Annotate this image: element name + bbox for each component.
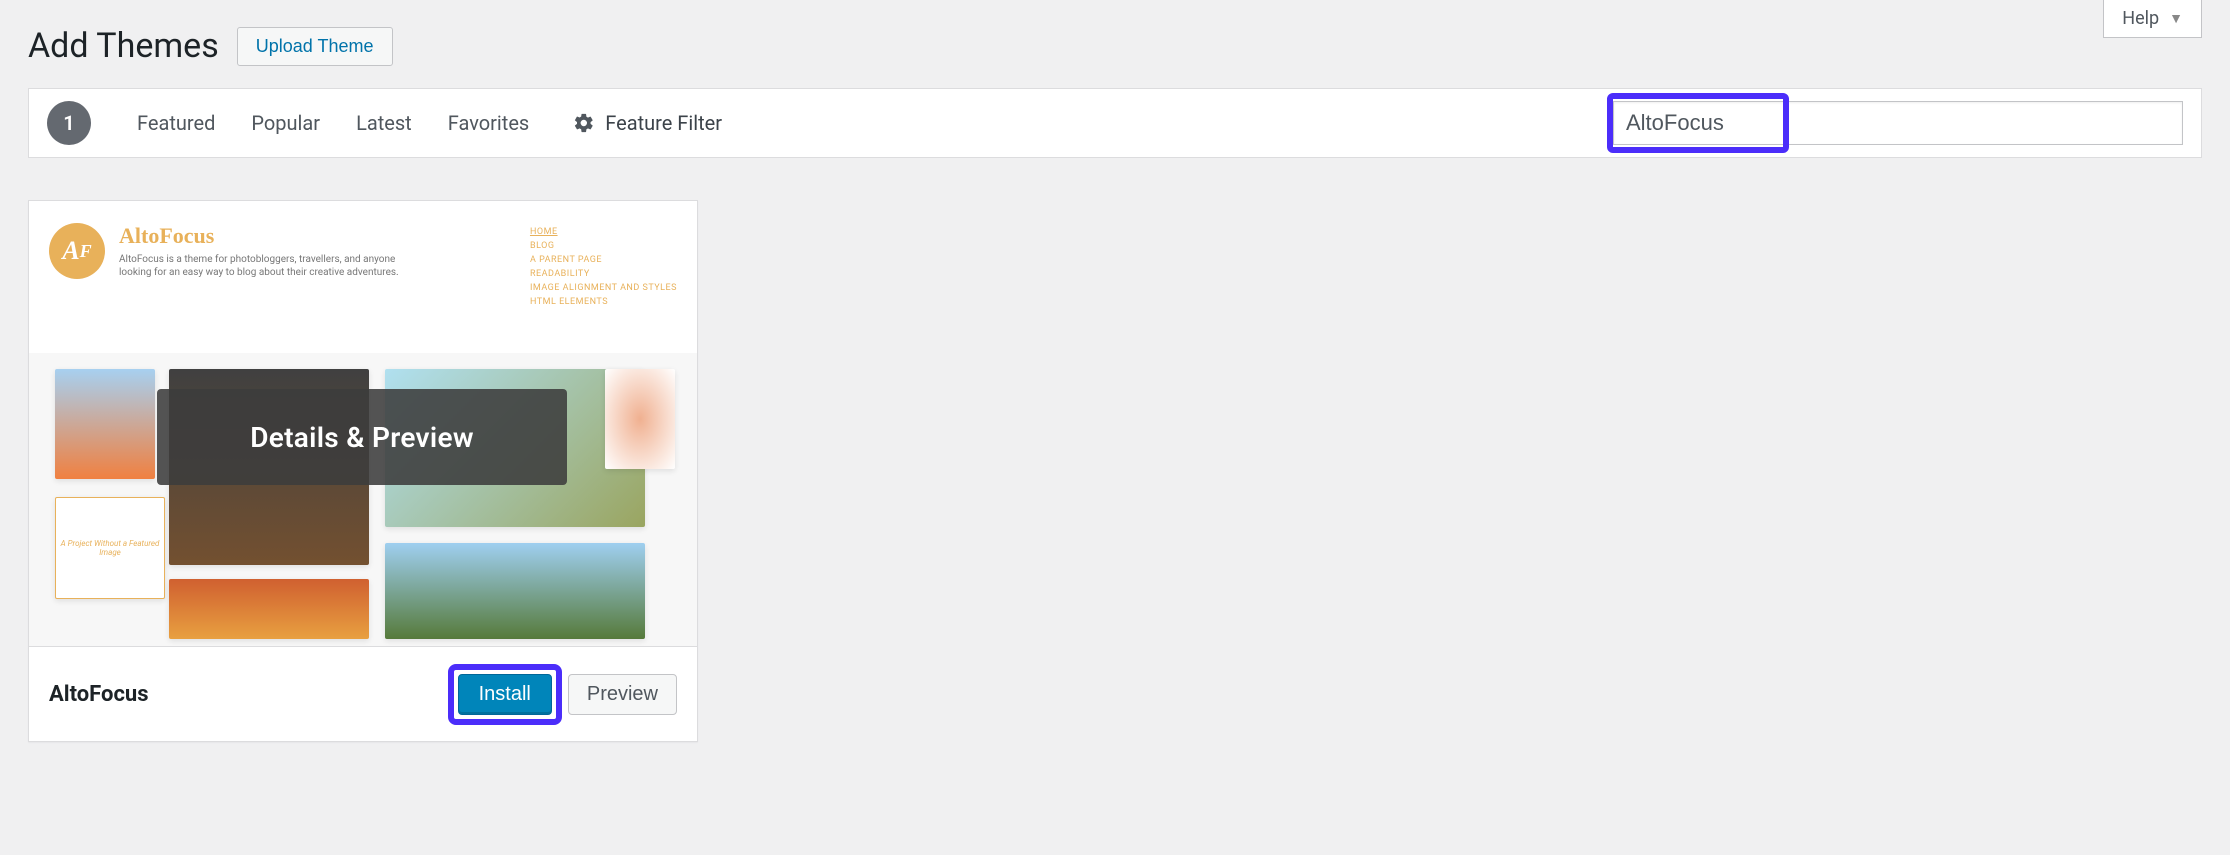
preview-button[interactable]: Preview [568,674,677,715]
theme-name-label: AltoFocus [49,682,149,707]
theme-logo: AF [49,223,105,279]
nav-img: IMAGE ALIGNMENT AND STYLES [530,283,677,293]
filter-bar: 1 Featured Popular Latest Favorites Feat… [28,88,2202,158]
tab-popular[interactable]: Popular [251,111,320,135]
results-count-badge: 1 [47,101,91,145]
details-preview-overlay[interactable]: Details & Preview [157,389,567,485]
help-tab[interactable]: Help ▼ [2103,0,2202,38]
page-header: Add Themes Upload Theme [28,0,2202,66]
feature-filter-label: Feature Filter [605,111,722,135]
nav-read: READABILITY [530,269,677,279]
theme-brand-title: AltoFocus [119,223,419,249]
theme-footer: AltoFocus Install Preview [29,647,697,741]
filter-tabs: Featured Popular Latest Favorites [137,111,529,135]
theme-shot-nav: HOME BLOG A PARENT PAGE READABILITY IMAG… [530,223,677,311]
tab-favorites[interactable]: Favorites [448,111,530,135]
gear-icon [573,112,595,134]
theme-brand-tagline: AltoFocus is a theme for photobloggers, … [119,253,419,279]
upload-theme-button[interactable]: Upload Theme [237,27,393,66]
help-label: Help [2122,8,2159,29]
search-wrap [1613,101,2183,145]
chevron-down-icon: ▼ [2169,10,2183,27]
nav-parent: A PARENT PAGE [530,255,677,265]
nav-home: HOME [530,227,677,237]
themes-list: AF AltoFocus AltoFocus is a theme for ph… [28,200,2202,742]
featured-card-text: A Project Without a Featured Image [55,497,165,599]
install-button[interactable]: Install [458,674,552,715]
theme-card-altofocus[interactable]: AF AltoFocus AltoFocus is a theme for ph… [28,200,698,742]
theme-screenshot: AF AltoFocus AltoFocus is a theme for ph… [29,201,697,647]
feature-filter-button[interactable]: Feature Filter [573,111,722,135]
theme-search-input[interactable] [1613,101,2183,145]
page-title: Add Themes [28,26,219,66]
nav-blog: BLOG [530,241,677,251]
tab-featured[interactable]: Featured [137,111,215,135]
tab-latest[interactable]: Latest [356,111,412,135]
nav-html: HTML ELEMENTS [530,297,677,307]
